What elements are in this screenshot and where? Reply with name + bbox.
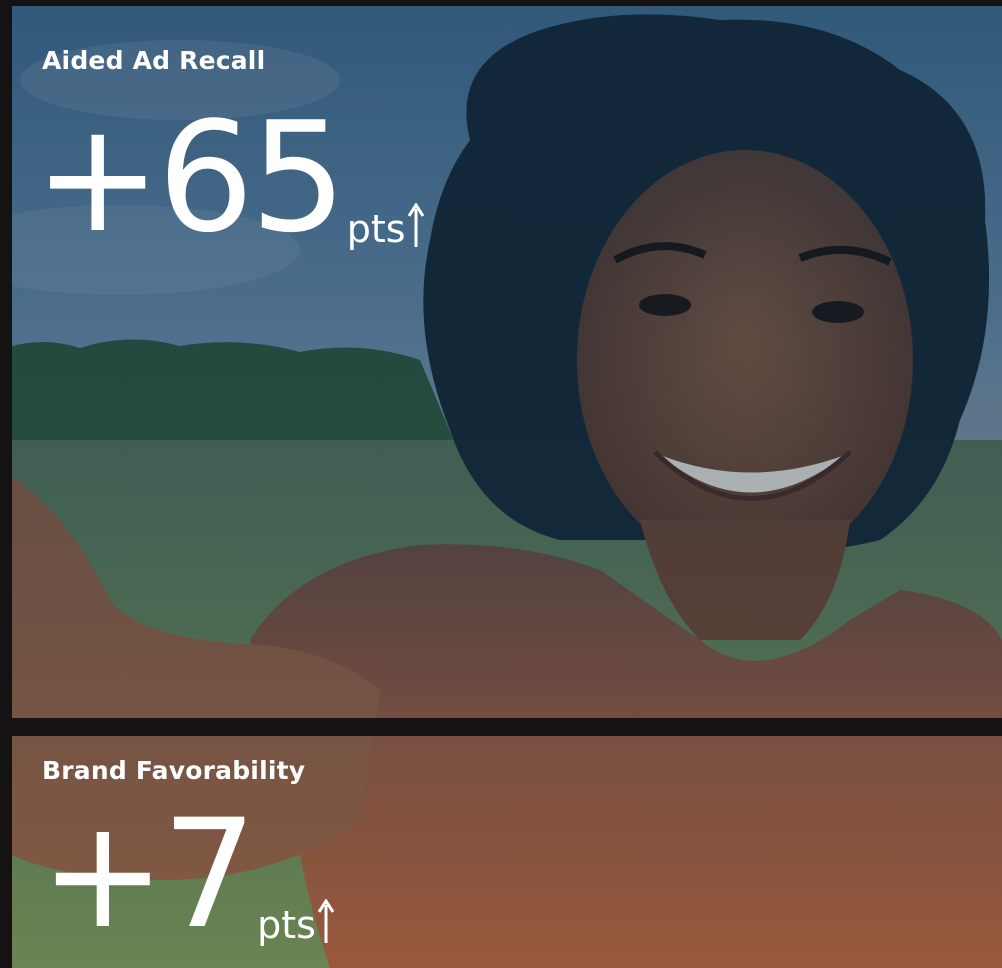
metric-unit: pts bbox=[257, 903, 316, 947]
results-card: Aided Ad Recall +65 pts Brand Favorabili… bbox=[0, 0, 1002, 968]
arrow-up-icon bbox=[407, 202, 424, 250]
metric-label: Brand Favorability bbox=[42, 756, 306, 785]
metric-value-group: +65 pts bbox=[34, 94, 424, 254]
metric-value-group: +7 pts bbox=[40, 788, 335, 962]
metric-unit: pts bbox=[346, 207, 406, 251]
metric-label: Aided Ad Recall bbox=[42, 46, 266, 75]
metric-value: +65 bbox=[34, 89, 347, 266]
arrow-up-icon bbox=[317, 898, 335, 946]
metric-card-ad-recall: Aided Ad Recall +65 pts bbox=[12, 6, 1002, 718]
metric-card-brand-favorability: Brand Favorability +7 pts bbox=[12, 736, 1002, 968]
metric-value: +7 bbox=[40, 788, 257, 962]
